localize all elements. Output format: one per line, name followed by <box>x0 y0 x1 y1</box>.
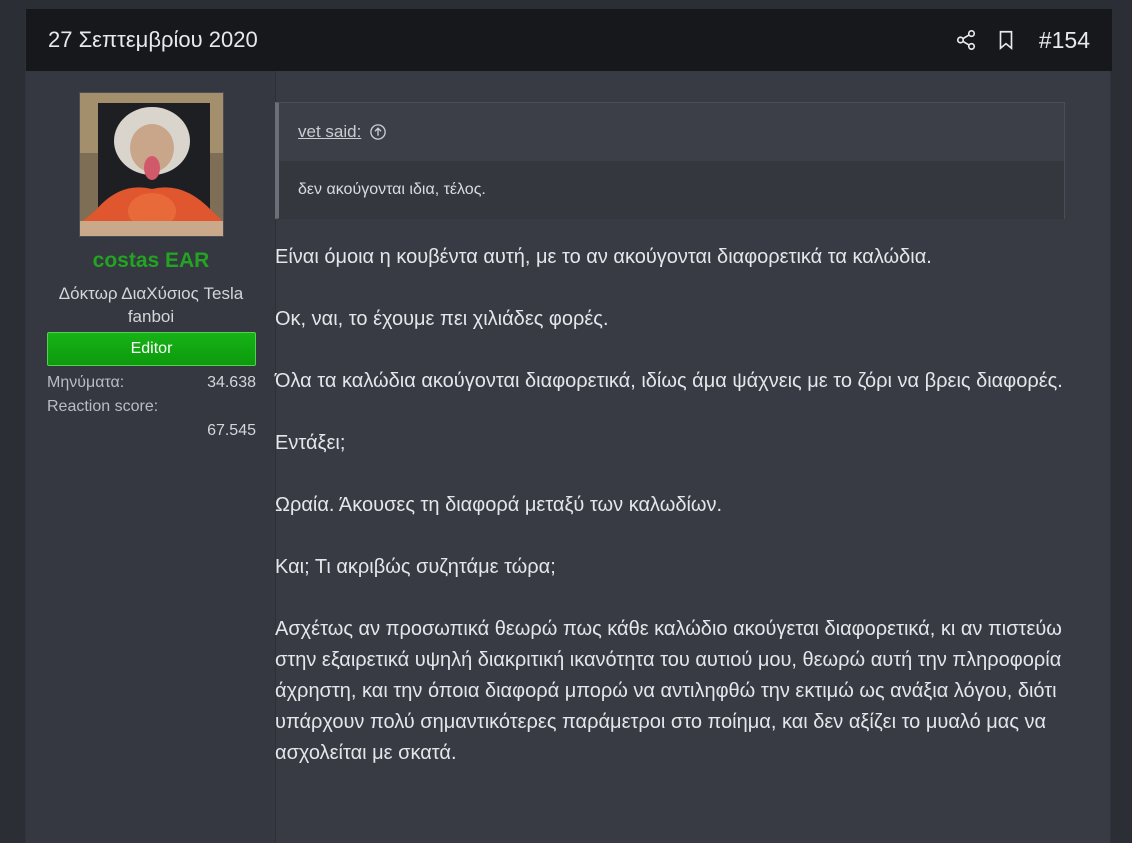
bookmark-icon[interactable] <box>995 28 1017 52</box>
stat-messages: Μηνύματα: 34.638 <box>47 371 256 395</box>
avatar[interactable] <box>79 92 224 237</box>
user-stats: Μηνύματα: 34.638 Reaction score: 67.545 <box>47 371 256 443</box>
stat-messages-value[interactable]: 34.638 <box>207 371 256 395</box>
message-content: vet said: δεν ακούγονται ιδια, τέλος. Εί… <box>275 102 1065 800</box>
share-icon[interactable] <box>955 29 977 51</box>
stat-reaction-label: Reaction score: <box>47 398 159 415</box>
paragraph: Και; Τι ακριβώς συζητάμε τώρα; <box>275 556 556 578</box>
paragraph: Ωραία. Άκουσες τη διαφορά μεταξύ των καλ… <box>275 494 723 516</box>
quote-header: vet said: <box>279 103 1064 161</box>
user-banner-editor: Editor <box>47 332 256 366</box>
quote-text: δεν ακούγονται ιδια, τέλος. <box>279 161 1064 219</box>
post-number-link[interactable]: #154 <box>1039 27 1090 54</box>
post-date[interactable]: 27 Σεπτεμβρίου 2020 <box>48 27 258 53</box>
paragraph: Ασχέτως αν προσωπικά θεωρώ πως κάθε καλώ… <box>275 618 1062 764</box>
message-body: Είναι όμοια η κουβέντα αυτή, με το αν ακ… <box>275 242 1065 769</box>
quote-block: vet said: δεν ακούγονται ιδια, τέλος. <box>275 102 1065 219</box>
user-info-panel: costas EAR Δόκτωρ ΔιαΧύσιος Tesla fanboi… <box>26 71 286 843</box>
stat-reaction: Reaction score: <box>47 395 256 419</box>
user-title: Δόκτωρ ΔιαΧύσιος Tesla fanboi <box>58 284 244 326</box>
post-header: 27 Σεπτεμβρίου 2020 #154 <box>26 9 1112 71</box>
paragraph: Εντάξει; <box>275 432 346 454</box>
paragraph: Όλα τα καλώδια ακούγονται διαφορετικά, ι… <box>275 370 1063 392</box>
username[interactable]: costas EAR <box>26 249 276 273</box>
arrow-up-circle-icon[interactable] <box>369 123 387 141</box>
stat-messages-label: Μηνύματα: <box>47 374 125 391</box>
stat-reaction-value[interactable]: 67.545 <box>47 419 256 443</box>
quote-author-link[interactable]: vet said: <box>298 122 361 142</box>
paragraph: Οκ, ναι, το έχουμε πει χιλιάδες φορές. <box>275 308 609 330</box>
post-actions: #154 <box>955 27 1090 54</box>
page: 27 Σεπτεμβρίου 2020 #154 costas EAR Δόκτ… <box>0 0 1132 843</box>
paragraph: Είναι όμοια η κουβέντα αυτή, με το αν ακ… <box>275 246 932 268</box>
